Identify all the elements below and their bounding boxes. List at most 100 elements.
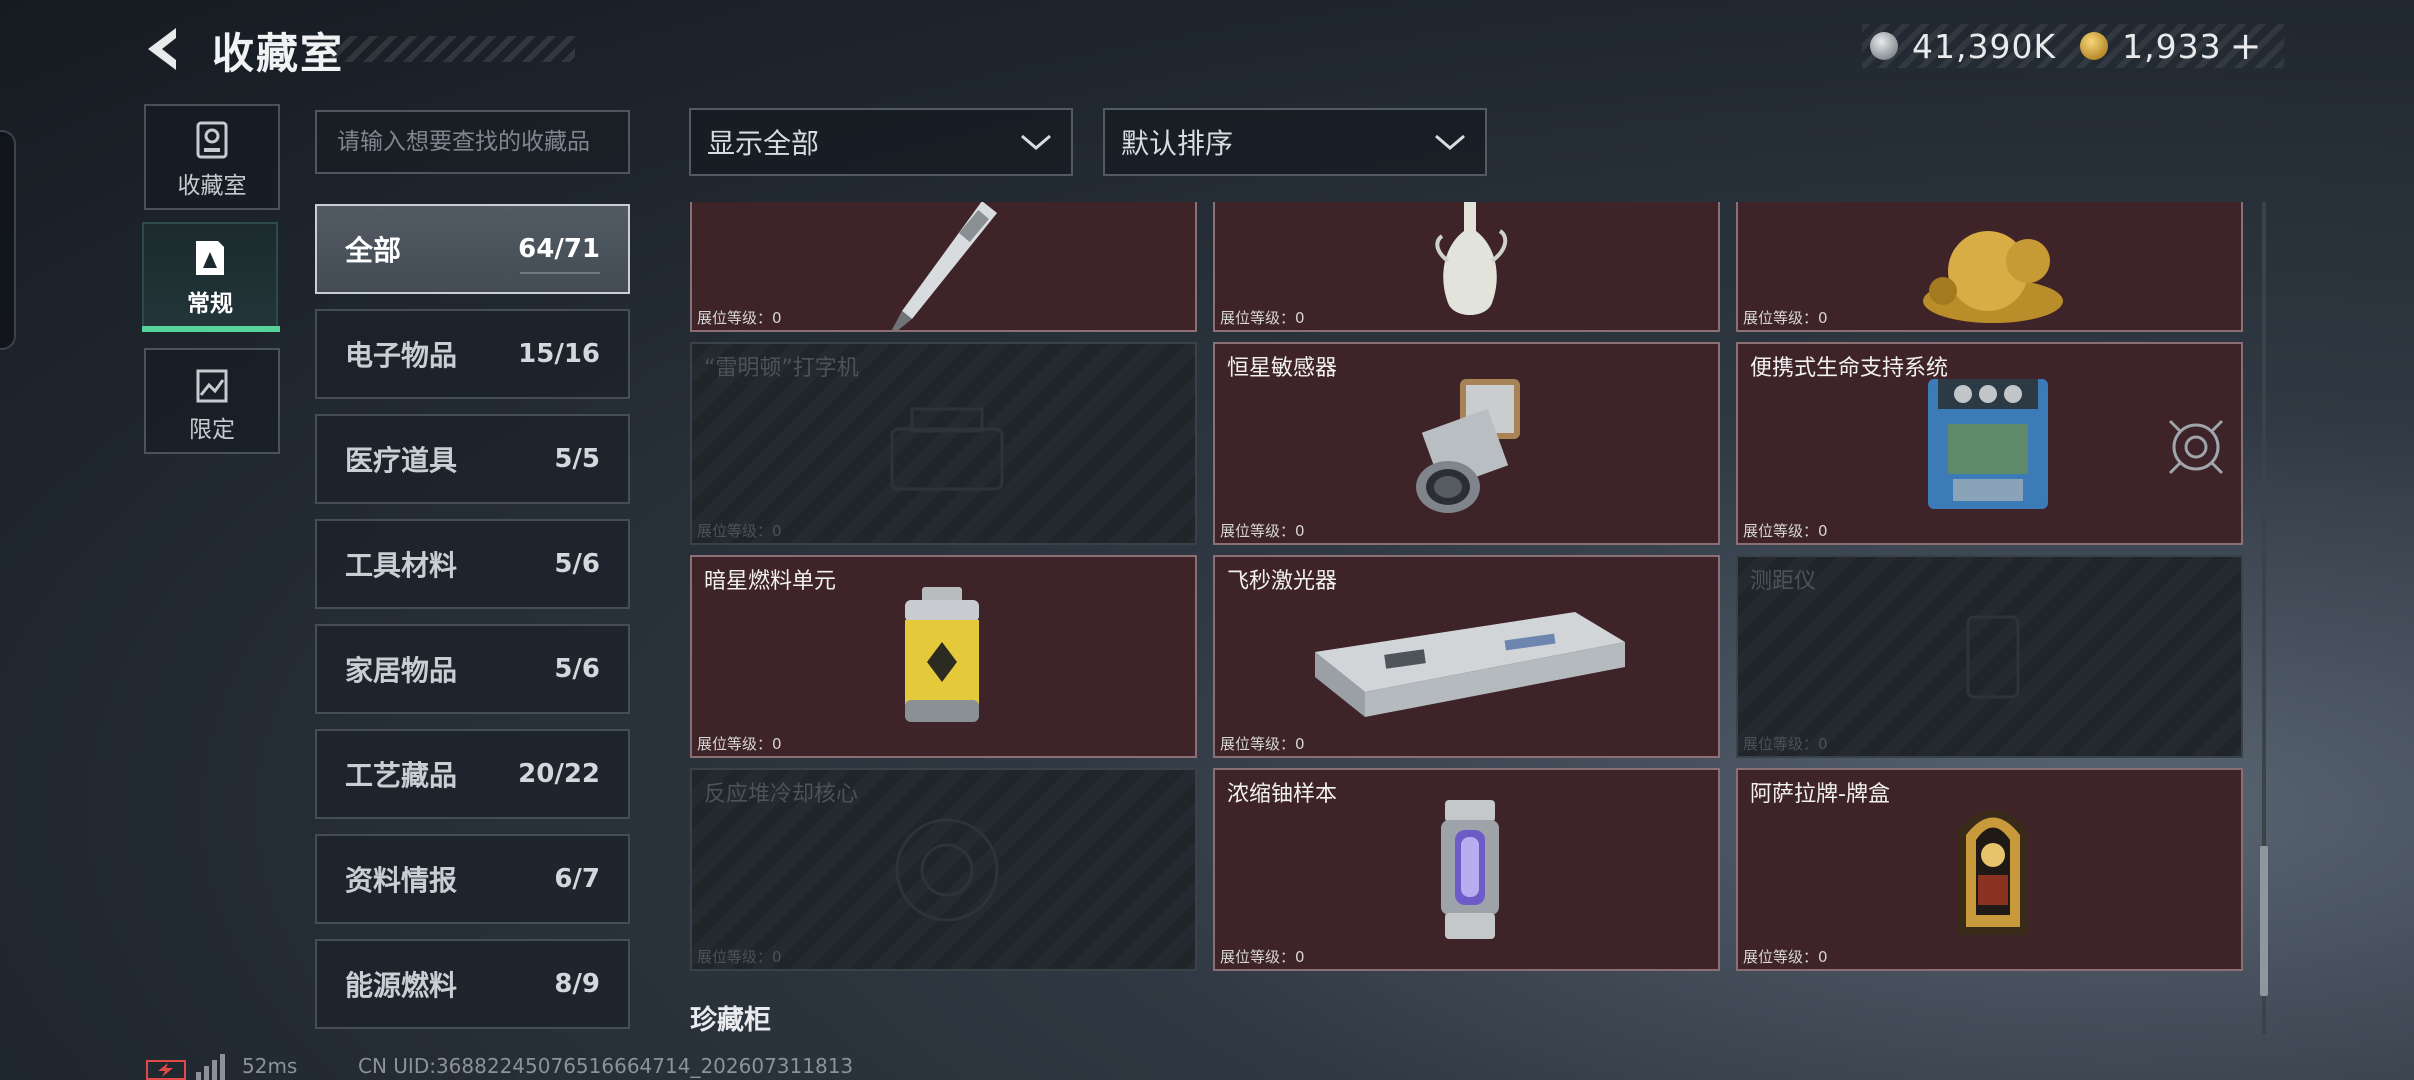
title-decoration — [330, 36, 575, 62]
category-household[interactable]: 家居物品 5/6 — [315, 624, 630, 714]
sort-dropdown[interactable]: 默认排序 — [1103, 108, 1487, 176]
category-all[interactable]: 全部 64/71 — [315, 204, 630, 294]
item-level: 展位等级：0 — [697, 735, 782, 753]
category-medical[interactable]: 医疗道具 5/5 — [315, 414, 630, 504]
ping-text: 52ms — [242, 1054, 298, 1078]
regular-document-icon — [196, 241, 224, 275]
card-box-icon — [1958, 810, 2028, 935]
item-name: 反应堆冷却核心 — [704, 782, 859, 807]
item-level: 展位等级：0 — [697, 522, 782, 540]
category-count: 5/6 — [554, 549, 600, 579]
category-name: 电子物品 — [345, 339, 458, 372]
nav-active-indicator — [142, 326, 280, 332]
item-name: 暗星燃料单元 — [704, 569, 837, 594]
silver-coin-icon — [1870, 32, 1898, 60]
category-electronics[interactable]: 电子物品 15/16 — [315, 309, 630, 399]
item-card[interactable]: 便携式生命支持系统 展位等级：0 — [1736, 342, 2243, 545]
page-title: 收藏室 — [212, 29, 345, 78]
category-name: 工艺藏品 — [345, 759, 458, 792]
target-crosshair-icon — [2168, 419, 2224, 475]
back-arrow-icon[interactable] — [140, 24, 190, 74]
chevron-down-icon — [1021, 134, 1051, 150]
item-card[interactable]: 飞秒激光器 展位等级：0 — [1213, 555, 1720, 758]
category-fuel[interactable]: 能源燃料 8/9 — [315, 939, 630, 1029]
search-input[interactable] — [315, 110, 630, 174]
grid-scrollbar-thumb[interactable] — [2260, 846, 2268, 996]
signal-strength-icon — [196, 1054, 230, 1080]
nav-label: 常规 — [187, 291, 233, 317]
collection-room-icon — [196, 121, 228, 159]
item-level: 展位等级：0 — [697, 309, 782, 327]
typewriter-icon — [890, 407, 1004, 491]
item-level: 展位等级：0 — [1743, 948, 1828, 966]
item-name: 阿萨拉牌-牌盒 — [1750, 782, 1890, 807]
laser-device-icon — [1315, 612, 1625, 717]
nav-collection-room[interactable]: 收藏室 — [144, 104, 280, 210]
display-filter-dropdown[interactable]: 显示全部 — [689, 108, 1073, 176]
limited-image-icon — [196, 369, 228, 403]
item-level: 展位等级：0 — [1220, 309, 1305, 327]
category-name: 工具材料 — [345, 549, 458, 582]
category-count: 6/7 — [554, 864, 600, 894]
item-name: “雷明顿”打字机 — [704, 356, 859, 381]
item-level: 展位等级：0 — [1743, 309, 1828, 327]
item-card[interactable]: 浓缩铀样本 展位等级：0 — [1213, 768, 1720, 971]
category-name: 全部 — [345, 234, 402, 267]
category-decoration — [520, 272, 600, 274]
gold-amount: 1,933 — [2122, 26, 2222, 66]
category-count: 64/71 — [518, 234, 600, 264]
nav-regular[interactable]: 常规 — [142, 222, 278, 328]
category-count: 5/5 — [554, 444, 600, 474]
category-count: 8/9 — [554, 969, 600, 999]
item-level: 展位等级：0 — [697, 948, 782, 966]
item-card[interactable]: 反应堆冷却核心 展位等级：0 — [690, 768, 1197, 971]
nav-limited[interactable]: 限定 — [144, 348, 280, 454]
item-card[interactable]: 测距仪 展位等级：0 — [1736, 555, 2243, 758]
item-level: 展位等级：0 — [1220, 735, 1305, 753]
item-name: 恒星敏感器 — [1227, 356, 1338, 381]
collection-grid[interactable]: 展位等级：0 展位等级：0 展位等级：0 “雷明顿”打字机 展位等级：0 恒星敏… — [689, 202, 2249, 974]
uid-text: CN UID:36882245076516664714_202607311813 — [358, 1054, 854, 1078]
category-name: 医疗道具 — [345, 444, 458, 477]
item-card[interactable]: 暗星燃料单元 展位等级：0 — [690, 555, 1197, 758]
item-name: 便携式生命支持系统 — [1750, 356, 1949, 381]
rangefinder-icon — [1966, 615, 2020, 699]
nav-label: 收藏室 — [177, 173, 247, 199]
item-card[interactable]: 展位等级：0 — [1213, 202, 1720, 332]
category-tools[interactable]: 工具材料 5/6 — [315, 519, 630, 609]
reactor-core-icon — [895, 818, 999, 922]
porcelain-vase-icon — [1435, 202, 1508, 315]
item-card[interactable]: 阿萨拉牌-牌盒 展位等级：0 — [1736, 768, 2243, 971]
category-count: 5/6 — [554, 654, 600, 684]
sort-value: 默认排序 — [1121, 127, 1234, 160]
star-sensor-icon — [1416, 379, 1520, 513]
side-drawer-handle[interactable] — [0, 130, 16, 350]
category-name: 家居物品 — [345, 654, 458, 687]
item-name: 浓缩铀样本 — [1227, 782, 1338, 807]
item-card[interactable]: 恒星敏感器 展位等级：0 — [1213, 342, 1720, 545]
section-title: 珍藏柜 — [690, 1005, 771, 1036]
pen-icon — [891, 202, 997, 330]
life-support-icon — [1928, 379, 2048, 509]
gold-coin-icon — [2080, 32, 2109, 60]
silver-amount: 41,390K — [1912, 26, 2057, 66]
item-level: 展位等级：0 — [1220, 522, 1305, 540]
item-name: 测距仪 — [1750, 569, 1817, 594]
fuel-canister-icon — [905, 587, 979, 722]
category-name: 能源燃料 — [345, 969, 458, 1002]
battery-charging-icon — [146, 1060, 186, 1080]
item-level: 展位等级：0 — [1743, 522, 1828, 540]
category-count: 15/16 — [518, 339, 600, 369]
category-crafts[interactable]: 工艺藏品 20/22 — [315, 729, 630, 819]
item-card[interactable]: 展位等级：0 — [1736, 202, 2243, 332]
chevron-down-icon — [1435, 134, 1465, 150]
item-name: 飞秒激光器 — [1227, 569, 1338, 594]
item-level: 展位等级：0 — [1743, 735, 1828, 753]
add-currency-button[interactable]: + — [2230, 24, 2262, 68]
nav-label: 限定 — [189, 417, 235, 443]
item-level: 展位等级：0 — [1220, 948, 1305, 966]
category-name: 资料情报 — [345, 864, 458, 897]
category-intel[interactable]: 资料情报 6/7 — [315, 834, 630, 924]
item-card[interactable]: “雷明顿”打字机 展位等级：0 — [690, 342, 1197, 545]
item-card[interactable]: 展位等级：0 — [690, 202, 1197, 332]
